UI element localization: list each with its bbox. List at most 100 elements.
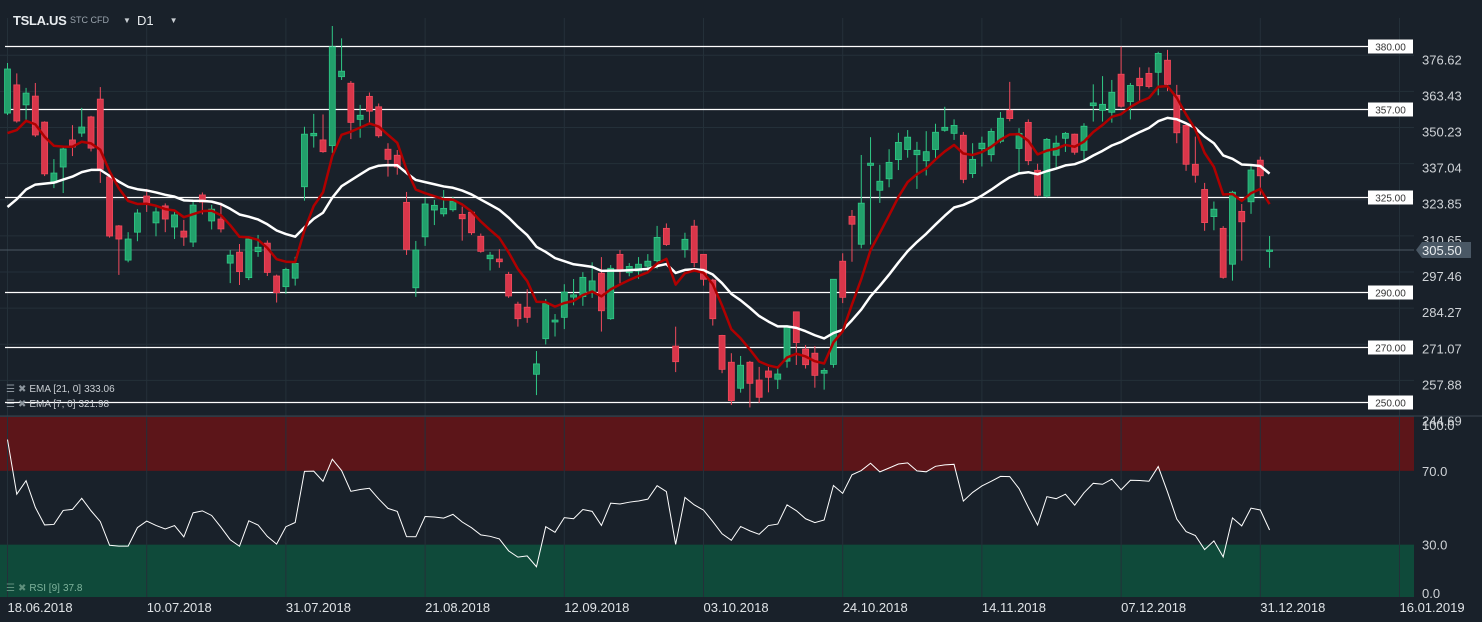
candle-body: [830, 278, 837, 365]
date-axis-label: 31.12.2018: [1260, 600, 1325, 615]
candle-body: [430, 204, 438, 211]
close-icon[interactable]: ✖: [18, 384, 26, 395]
candle-body: [310, 132, 318, 137]
candle: [495, 249, 503, 268]
candle-body: [662, 227, 670, 245]
settings-menu-icon[interactable]: ☰: [6, 384, 15, 395]
candle-body: [839, 260, 847, 298]
close-icon[interactable]: ✖: [18, 399, 26, 410]
candle: [282, 267, 290, 294]
candle: [189, 199, 197, 247]
candle-body: [950, 125, 958, 134]
candle: [755, 366, 763, 403]
price-chart[interactable]: 380.00 357.00 325.00 290.00 270.00 250.00 376.…: [0, 0, 1482, 622]
candle: [505, 271, 513, 298]
candle: [319, 114, 327, 153]
candle: [375, 103, 383, 138]
legend-ema21[interactable]: ☰ ✖ EMA [21, 0] 333.06: [6, 384, 115, 395]
candle-body: [458, 213, 466, 220]
candle-body: [356, 114, 364, 120]
price-axis-label: 363.43: [1422, 88, 1462, 103]
candle-body: [570, 294, 577, 298]
price-axis-label: 297.46: [1422, 269, 1462, 284]
candle-body: [1117, 73, 1125, 107]
candle: [1145, 67, 1153, 89]
candle-body: [1164, 59, 1171, 85]
candle-body: [143, 195, 151, 204]
candle-body: [913, 149, 921, 156]
candle-body: [1089, 102, 1097, 107]
candle-body: [22, 92, 30, 106]
candle-body: [226, 254, 234, 264]
candle: [106, 174, 113, 238]
candle: [1210, 201, 1218, 231]
caret-down-icon: ▼: [123, 15, 131, 25]
ema21-value: 333.06: [84, 384, 115, 395]
candle-body: [542, 302, 550, 340]
candle: [421, 197, 429, 246]
candle: [820, 368, 828, 390]
date-axis-label: 18.06.2018: [8, 600, 73, 615]
instrument-type-selector[interactable]: STC CFD ▼: [70, 11, 131, 29]
candle-body: [1126, 85, 1134, 102]
candle-body: [41, 121, 49, 175]
price-axis-label: 323.85: [1422, 197, 1462, 212]
settings-menu-icon[interactable]: ☰: [6, 583, 15, 594]
candle: [1229, 190, 1236, 281]
candle: [338, 38, 345, 80]
caret-down-icon: ▼: [169, 15, 178, 25]
close-icon[interactable]: ✖: [18, 583, 26, 594]
candle: [384, 143, 392, 177]
candle: [857, 154, 865, 249]
candle: [1052, 135, 1060, 168]
candle-body: [273, 275, 281, 294]
candle-body: [1182, 125, 1190, 165]
candle-body: [440, 207, 448, 215]
candle-body: [319, 139, 327, 153]
candle: [1062, 131, 1069, 152]
candle: [13, 73, 21, 123]
candle: [690, 219, 698, 268]
candle-body: [106, 176, 113, 237]
candle: [1238, 203, 1246, 261]
candle: [746, 360, 754, 408]
candle-body: [477, 235, 485, 252]
level-label: 250.00: [1375, 399, 1406, 410]
candle-body: [134, 212, 141, 233]
candle-body: [727, 361, 735, 401]
candle: [273, 274, 281, 303]
candle: [727, 353, 735, 405]
settings-menu-icon[interactable]: ☰: [6, 399, 15, 410]
candle-body: [291, 262, 299, 279]
candle: [440, 190, 448, 217]
level-label: 357.00: [1375, 106, 1406, 117]
candle-body: [301, 133, 308, 188]
legend-ema7[interactable]: ☰ ✖ EMA [7, 0] 321.98: [6, 399, 109, 410]
date-axis-label: 12.09.2018: [564, 600, 629, 615]
candle: [180, 219, 188, 246]
ema21-line: [6, 116, 1271, 340]
candle-body: [1219, 227, 1227, 278]
symbol-selector[interactable]: TSLA.US: [13, 11, 67, 29]
candle: [718, 334, 726, 374]
candle: [78, 107, 86, 137]
date-axis-label: 16.01.2019: [1400, 600, 1465, 615]
candle: [904, 130, 912, 158]
timeframe-selector[interactable]: D1 ▼: [137, 11, 178, 29]
candle-body: [13, 84, 21, 122]
candle: [1099, 76, 1106, 122]
candle: [1191, 136, 1199, 183]
candle: [560, 284, 568, 330]
candle-body: [1062, 132, 1069, 139]
candle-body: [941, 126, 949, 131]
candle-body: [737, 364, 745, 389]
candle-body: [978, 142, 986, 150]
legend-rsi[interactable]: ☰ ✖ RSI [9] 37.8: [6, 583, 82, 594]
candle-body: [1108, 91, 1116, 113]
candle-body: [1071, 133, 1079, 153]
candle-body: [885, 161, 893, 180]
candle: [412, 240, 420, 297]
price-axis-label: 257.88: [1422, 377, 1462, 392]
candle: [579, 272, 587, 306]
candle-body: [588, 280, 596, 292]
